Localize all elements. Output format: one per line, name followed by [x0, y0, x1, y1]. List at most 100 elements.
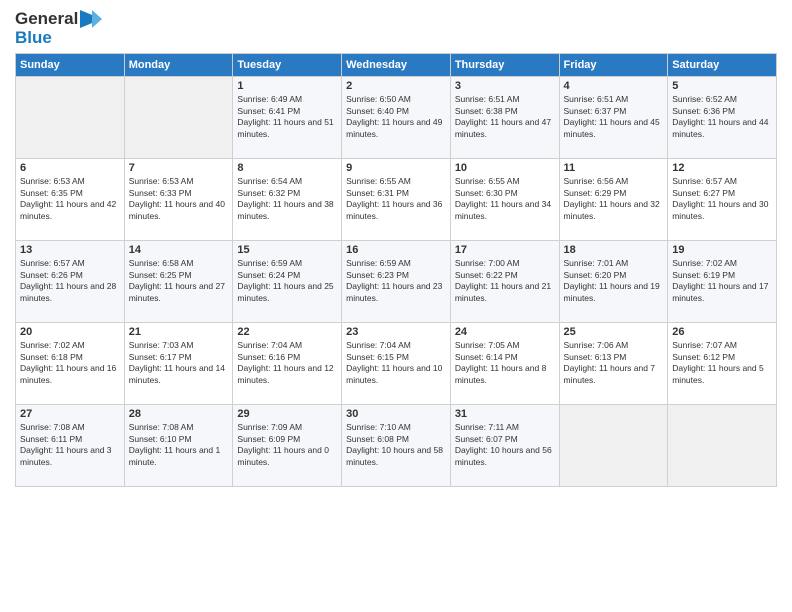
week-row-3: 13Sunrise: 6:57 AMSunset: 6:26 PMDayligh…	[16, 241, 777, 323]
day-info: Sunrise: 6:56 AMSunset: 6:29 PMDaylight:…	[564, 176, 664, 222]
day-info: Sunrise: 6:49 AMSunset: 6:41 PMDaylight:…	[237, 94, 337, 140]
day-info: Sunrise: 6:50 AMSunset: 6:40 PMDaylight:…	[346, 94, 446, 140]
day-number: 1	[237, 80, 337, 92]
calendar-cell: 28 Sunrise: 7:08 AMSunset: 6:10 PMDayligh…	[124, 405, 233, 487]
day-header-saturday: Saturday	[668, 54, 777, 77]
calendar-cell: 1 Sunrise: 6:49 AMSunset: 6:41 PMDaylight…	[233, 77, 342, 159]
day-number: 8	[237, 162, 337, 174]
day-number: 20	[20, 326, 120, 338]
day-info: Sunrise: 6:59 AMSunset: 6:24 PMDaylight:…	[237, 258, 337, 304]
day-info: Sunrise: 6:54 AMSunset: 6:32 PMDaylight:…	[237, 176, 337, 222]
day-number: 9	[346, 162, 446, 174]
day-info: Sunrise: 6:57 AMSunset: 6:27 PMDaylight:…	[672, 176, 772, 222]
week-row-1: 1 Sunrise: 6:49 AMSunset: 6:41 PMDaylight…	[16, 77, 777, 159]
day-number: 28	[129, 408, 229, 420]
logo-arrow-icon	[80, 10, 102, 28]
calendar-cell	[124, 77, 233, 159]
calendar-cell: 22 Sunrise: 7:04 AMSunset: 6:16 PMDayligh…	[233, 323, 342, 405]
calendar-cell: 23 Sunrise: 7:04 AMSunset: 6:15 PMDayligh…	[342, 323, 451, 405]
day-info: Sunrise: 7:10 AMSunset: 6:08 PMDaylight:…	[346, 422, 446, 468]
day-number: 21	[129, 326, 229, 338]
day-info: Sunrise: 6:53 AMSunset: 6:33 PMDaylight:…	[129, 176, 229, 222]
logo-blue: Blue	[15, 29, 52, 48]
calendar-cell: 4Sunrise: 6:51 AMSunset: 6:37 PMDaylight…	[559, 77, 668, 159]
calendar-cell: 21 Sunrise: 7:03 AMSunset: 6:17 PMDayligh…	[124, 323, 233, 405]
day-info: Sunrise: 6:55 AMSunset: 6:30 PMDaylight:…	[455, 176, 555, 222]
day-header-friday: Friday	[559, 54, 668, 77]
day-number: 5	[672, 80, 772, 92]
day-number: 19	[672, 244, 772, 256]
day-header-monday: Monday	[124, 54, 233, 77]
calendar-cell: 18 Sunrise: 7:01 AMSunset: 6:20 PMDayligh…	[559, 241, 668, 323]
calendar-cell: 2Sunrise: 6:50 AMSunset: 6:40 PMDaylight…	[342, 77, 451, 159]
day-number: 3	[455, 80, 555, 92]
day-number: 17	[455, 244, 555, 256]
week-row-4: 20 Sunrise: 7:02 AMSunset: 6:18 PMDayligh…	[16, 323, 777, 405]
day-number: 26	[672, 326, 772, 338]
header-row: SundayMondayTuesdayWednesdayThursdayFrid…	[16, 54, 777, 77]
day-info: Sunrise: 7:07 AMSunset: 6:12 PMDaylight:…	[672, 340, 772, 386]
day-number: 22	[237, 326, 337, 338]
calendar-cell: 14 Sunrise: 6:58 AMSunset: 6:25 PMDayligh…	[124, 241, 233, 323]
day-info: Sunrise: 7:01 AMSunset: 6:20 PMDaylight:…	[564, 258, 664, 304]
calendar-cell: 27 Sunrise: 7:08 AMSunset: 6:11 PMDayligh…	[16, 405, 125, 487]
calendar-cell: 16Sunrise: 6:59 AMSunset: 6:23 PMDayligh…	[342, 241, 451, 323]
day-number: 25	[564, 326, 664, 338]
day-info: Sunrise: 7:05 AMSunset: 6:14 PMDaylight:…	[455, 340, 555, 386]
day-info: Sunrise: 7:11 AMSunset: 6:07 PMDaylight:…	[455, 422, 555, 468]
day-number: 10	[455, 162, 555, 174]
day-number: 27	[20, 408, 120, 420]
calendar-cell	[559, 405, 668, 487]
day-info: Sunrise: 7:03 AMSunset: 6:17 PMDaylight:…	[129, 340, 229, 386]
calendar-cell: 26 Sunrise: 7:07 AMSunset: 6:12 PMDayligh…	[668, 323, 777, 405]
day-number: 23	[346, 326, 446, 338]
day-info: Sunrise: 7:02 AMSunset: 6:19 PMDaylight:…	[672, 258, 772, 304]
calendar-cell	[668, 405, 777, 487]
calendar-cell: 30 Sunrise: 7:10 AMSunset: 6:08 PMDayligh…	[342, 405, 451, 487]
logo-general: General	[15, 10, 78, 29]
day-info: Sunrise: 7:08 AMSunset: 6:11 PMDaylight:…	[20, 422, 120, 468]
day-number: 30	[346, 408, 446, 420]
day-info: Sunrise: 7:06 AMSunset: 6:13 PMDaylight:…	[564, 340, 664, 386]
calendar-cell: 17Sunrise: 7:00 AMSunset: 6:22 PMDayligh…	[450, 241, 559, 323]
calendar-cell: 3 Sunrise: 6:51 AMSunset: 6:38 PMDaylight…	[450, 77, 559, 159]
day-header-sunday: Sunday	[16, 54, 125, 77]
day-header-thursday: Thursday	[450, 54, 559, 77]
week-row-2: 6 Sunrise: 6:53 AMSunset: 6:35 PMDaylight…	[16, 159, 777, 241]
calendar-cell: 5 Sunrise: 6:52 AMSunset: 6:36 PMDaylight…	[668, 77, 777, 159]
calendar-cell: 24 Sunrise: 7:05 AMSunset: 6:14 PMDayligh…	[450, 323, 559, 405]
day-number: 6	[20, 162, 120, 174]
calendar-cell: 6 Sunrise: 6:53 AMSunset: 6:35 PMDaylight…	[16, 159, 125, 241]
day-number: 14	[129, 244, 229, 256]
day-number: 18	[564, 244, 664, 256]
day-info: Sunrise: 6:52 AMSunset: 6:36 PMDaylight:…	[672, 94, 772, 140]
day-info: Sunrise: 7:08 AMSunset: 6:10 PMDaylight:…	[129, 422, 229, 468]
calendar-cell: 7Sunrise: 6:53 AMSunset: 6:33 PMDaylight…	[124, 159, 233, 241]
calendar-cell	[16, 77, 125, 159]
day-number: 31	[455, 408, 555, 420]
day-info: Sunrise: 6:51 AMSunset: 6:38 PMDaylight:…	[455, 94, 555, 140]
calendar-cell: 20 Sunrise: 7:02 AMSunset: 6:18 PMDayligh…	[16, 323, 125, 405]
day-info: Sunrise: 6:55 AMSunset: 6:31 PMDaylight:…	[346, 176, 446, 222]
main-container: General Blue SundayMondayTuesdayWednesda…	[0, 0, 792, 497]
calendar-cell: 11 Sunrise: 6:56 AMSunset: 6:29 PMDayligh…	[559, 159, 668, 241]
header: General Blue	[15, 10, 777, 47]
calendar-table: SundayMondayTuesdayWednesdayThursdayFrid…	[15, 53, 777, 487]
day-info: Sunrise: 7:02 AMSunset: 6:18 PMDaylight:…	[20, 340, 120, 386]
day-info: Sunrise: 6:53 AMSunset: 6:35 PMDaylight:…	[20, 176, 120, 222]
day-number: 24	[455, 326, 555, 338]
calendar-cell: 29Sunrise: 7:09 AMSunset: 6:09 PMDayligh…	[233, 405, 342, 487]
calendar-cell: 25 Sunrise: 7:06 AMSunset: 6:13 PMDayligh…	[559, 323, 668, 405]
calendar-cell: 9 Sunrise: 6:55 AMSunset: 6:31 PMDaylight…	[342, 159, 451, 241]
day-info: Sunrise: 7:09 AMSunset: 6:09 PMDaylight:…	[237, 422, 337, 468]
calendar-cell: 31 Sunrise: 7:11 AMSunset: 6:07 PMDayligh…	[450, 405, 559, 487]
day-info: Sunrise: 7:04 AMSunset: 6:16 PMDaylight:…	[237, 340, 337, 386]
day-number: 15	[237, 244, 337, 256]
day-number: 11	[564, 162, 664, 174]
logo: General Blue	[15, 10, 102, 47]
day-number: 16	[346, 244, 446, 256]
day-info: Sunrise: 6:58 AMSunset: 6:25 PMDaylight:…	[129, 258, 229, 304]
day-header-wednesday: Wednesday	[342, 54, 451, 77]
day-header-tuesday: Tuesday	[233, 54, 342, 77]
day-info: Sunrise: 7:04 AMSunset: 6:15 PMDaylight:…	[346, 340, 446, 386]
